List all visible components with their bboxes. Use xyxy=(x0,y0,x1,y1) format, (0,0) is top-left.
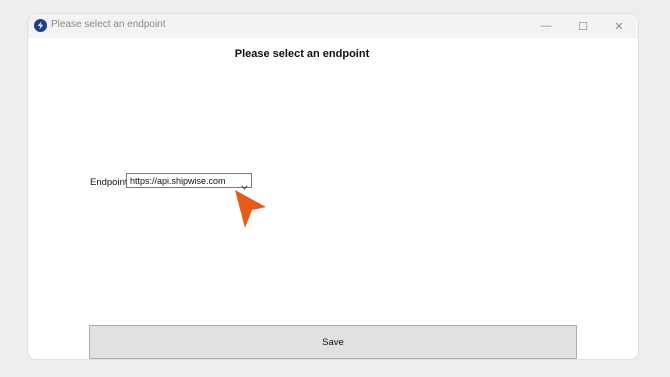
close-button[interactable]: ✕ xyxy=(605,17,633,35)
page-title: Please select an endpoint xyxy=(234,48,370,60)
endpoint-dropdown[interactable]: https://api.shipwise.com xyxy=(126,173,252,190)
endpoint-label: Endpoint xyxy=(90,177,128,188)
maximize-button[interactable]: ☐ xyxy=(569,17,597,35)
save-button[interactable]: Save xyxy=(89,325,577,359)
app-window: Please select an endpoint — ☐ ✕ Please s… xyxy=(28,14,638,359)
title-bar[interactable]: Please select an endpoint — ☐ ✕ xyxy=(28,14,638,38)
mouse-pointer-icon xyxy=(235,190,266,228)
app-logo-icon xyxy=(34,19,47,32)
minimize-button[interactable]: — xyxy=(532,17,560,35)
window-title: Please select an endpoint xyxy=(51,19,166,30)
endpoint-selected-value: https://api.shipwise.com xyxy=(130,176,226,186)
